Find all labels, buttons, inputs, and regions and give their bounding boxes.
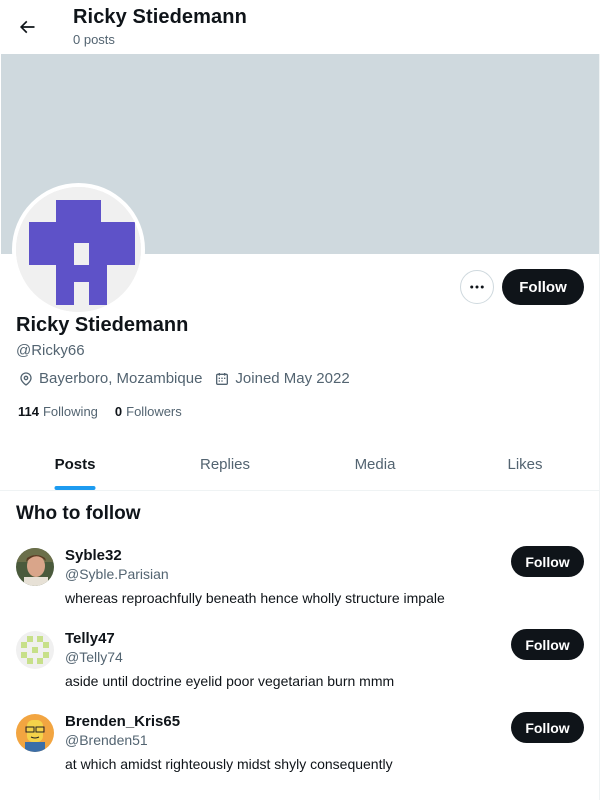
suggestion-bio: at which amidst righteously midst shyly … xyxy=(65,756,393,772)
cartoon-avatar-icon xyxy=(16,714,54,752)
join-date: Joined May 2022 xyxy=(214,370,350,387)
suggestion-avatar[interactable] xyxy=(16,714,54,752)
suggestion-handle: @Syble.Parisian xyxy=(65,566,169,582)
suggestion-name[interactable]: Brenden_Kris65 xyxy=(65,713,180,730)
header-title: Ricky Stiedemann xyxy=(73,6,247,28)
tab-replies[interactable]: Replies xyxy=(150,438,300,490)
arrow-left-icon xyxy=(19,20,35,34)
top-bar: Ricky Stiedemann 0 posts xyxy=(0,0,600,54)
follow-counts: 114 Following 0 Followers xyxy=(18,404,199,419)
identicon-avatar-icon xyxy=(16,187,141,312)
tab-label: Media xyxy=(354,455,396,473)
profile-handle: @Ricky66 xyxy=(16,342,85,359)
photo-avatar-icon xyxy=(16,548,54,586)
location-pin-icon xyxy=(20,371,32,386)
tab-likes[interactable]: Likes xyxy=(450,438,600,490)
tab-label: Posts xyxy=(54,455,96,473)
more-dots-icon xyxy=(470,285,484,289)
suggestion-follow-button[interactable]: Follow xyxy=(511,629,584,660)
followers-label: Followers xyxy=(126,404,182,419)
following-count: 114 xyxy=(18,404,39,419)
following-link[interactable]: 114 Following xyxy=(18,404,98,419)
profile-avatar[interactable] xyxy=(12,183,145,316)
suggestion-follow-button[interactable]: Follow xyxy=(511,712,584,743)
profile-tabs: Posts Replies Media Likes xyxy=(0,438,600,491)
suggestion-name[interactable]: Syble32 xyxy=(65,547,122,564)
suggestion-name[interactable]: Telly47 xyxy=(65,630,115,647)
location: Bayerboro, Mozambique xyxy=(18,370,202,387)
suggestion-bio: aside until doctrine eyelid poor vegetar… xyxy=(65,673,395,689)
back-button[interactable] xyxy=(10,10,44,44)
who-to-follow-heading: Who to follow xyxy=(16,503,141,524)
suggestion-item[interactable]: Syble32 @Syble.Parisian whereas reproach… xyxy=(0,542,600,625)
suggestion-handle: @Telly74 xyxy=(65,649,123,665)
tab-label: Likes xyxy=(507,455,543,473)
tab-media[interactable]: Media xyxy=(300,438,450,490)
suggestion-avatar[interactable] xyxy=(16,631,54,669)
suggestion-bio: whereas reproachfully beneath hence whol… xyxy=(65,590,445,606)
following-label: Following xyxy=(42,404,98,419)
post-count: 0 posts xyxy=(73,32,115,47)
suggestion-item[interactable]: Telly47 @Telly74 aside until doctrine ey… xyxy=(0,625,600,708)
profile-name: Ricky Stiedemann xyxy=(16,314,189,336)
profile-meta: Bayerboro, Mozambique Joined May 2022 xyxy=(18,370,362,387)
followers-count: 0 xyxy=(114,404,123,419)
suggestion-follow-button[interactable]: Follow xyxy=(511,546,584,577)
join-date-text: Joined May 2022 xyxy=(235,370,350,387)
identicon-avatar-icon xyxy=(16,631,54,669)
more-options-button[interactable] xyxy=(460,270,494,304)
tab-posts[interactable]: Posts xyxy=(0,438,150,490)
tab-label: Replies xyxy=(199,455,251,473)
suggestion-avatar[interactable] xyxy=(16,548,54,586)
location-text: Bayerboro, Mozambique xyxy=(39,370,203,387)
profile-page: Ricky Stiedemann 0 posts Follow Ricky St… xyxy=(0,0,600,800)
follow-button[interactable]: Follow xyxy=(502,269,584,305)
active-tab-indicator xyxy=(54,486,96,490)
calendar-icon xyxy=(216,372,229,385)
suggestion-handle: @Brenden51 xyxy=(65,732,148,748)
followers-link[interactable]: 0 Followers xyxy=(115,404,182,419)
suggestion-item[interactable]: Brenden_Kris65 @Brenden51 at which amids… xyxy=(0,708,600,791)
